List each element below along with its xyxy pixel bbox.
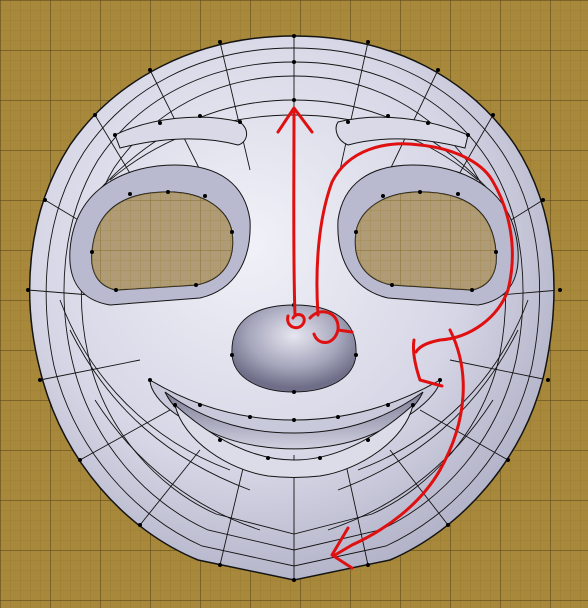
center-arrow-shaft (292, 110, 297, 317)
3d-viewport[interactable] (0, 0, 588, 608)
